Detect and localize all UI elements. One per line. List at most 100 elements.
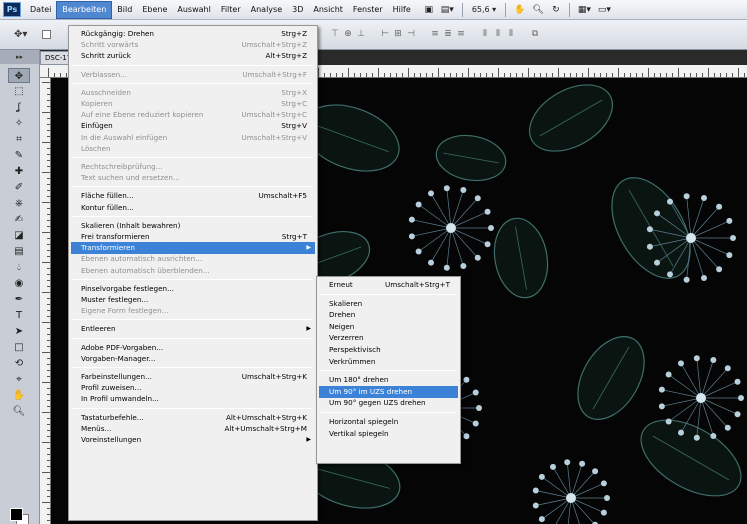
menu-item[interactable]: Text suchen und ersetzen... [71,172,315,184]
view-extras-icon[interactable]: ▤▾ [439,3,456,17]
brush-tool-icon[interactable]: ✐ [8,180,30,195]
menu-item[interactable]: Pinselvorgabe festlegen... [71,283,315,295]
menu-item[interactable]: Muster festlegen... [71,294,315,306]
menu-ebene[interactable]: Ebene [137,1,172,19]
align-top-icon[interactable]: ⊤ [330,29,340,39]
arrange-documents-icon[interactable]: ▦▾ [576,3,593,17]
distribute-right-icon[interactable]: ⦀ [506,29,516,39]
menu-item[interactable]: Schritt zurück Alt+Strg+Z [71,50,315,62]
menu-item[interactable]: Skalieren [319,298,458,310]
zoom-icon[interactable]: 🔍︎ [530,3,545,17]
menu-item[interactable]: Fläche füllen... Umschalt+F5 [71,190,315,202]
menu-item[interactable]: Transformieren ▶ [71,242,315,255]
menu-hilfe[interactable]: Hilfe [388,1,416,19]
pen-tool-icon[interactable]: ✒ [8,292,30,307]
tool-preset-picker-icon[interactable]: ✥▾ [14,27,38,43]
menu-filter[interactable]: Filter [216,1,246,19]
eraser-icon[interactable]: ◪ [8,228,30,243]
crop-tool-icon[interactable]: ⌗ [8,132,30,147]
menu-item[interactable]: Einfügen Strg+V [71,120,315,132]
distribute-hcenter-icon[interactable]: ⦀ [493,29,503,39]
healing-brush-icon[interactable]: ✚ [8,164,30,179]
rotate-view-icon[interactable]: ↻ [549,3,563,17]
eyedropper-icon[interactable]: ✎ [8,148,30,163]
menu-item[interactable]: Löschen [71,143,315,155]
menu-item[interactable]: Um 90° gegen UZS drehen [319,397,458,409]
menu-item[interactable]: Ebenen automatisch überblenden... [71,265,315,277]
dodge-tool-icon[interactable]: ◉ [8,276,30,291]
menu-datei[interactable]: Datei [25,1,56,19]
history-brush-icon[interactable]: ✍ [8,212,30,227]
menu-item[interactable]: Um 90° im UZS drehen [319,385,458,398]
menu-3d[interactable]: 3D [287,1,308,19]
auto-select-checkbox[interactable] [42,30,51,39]
auto-align-icon[interactable]: ⧉ [530,29,540,39]
move-tool-icon[interactable]: ✥ [8,68,30,83]
menu-item[interactable]: Um 180° drehen [319,374,458,386]
menu-item[interactable]: Schritt vorwärts Umschalt+Strg+Z [71,39,315,51]
3d-camera-icon[interactable]: ⌖ [8,372,30,387]
hand-icon[interactable]: ✋ [512,3,527,17]
quick-select-icon[interactable]: ✧ [8,116,30,131]
menu-item[interactable]: Kontur füllen... [71,202,315,214]
menu-auswahl[interactable]: Auswahl [172,1,215,19]
screen-mode-icon[interactable]: ▭▾ [596,3,613,17]
menu-item[interactable]: Frei transformieren Strg+T [71,231,315,243]
align-right-icon[interactable]: ⊣ [406,29,416,39]
menu-item[interactable]: Rechtschreibprüfung... [71,161,315,173]
blur-tool-icon[interactable]: 💧︎ [8,260,30,275]
hand-tool-icon[interactable]: ✋ [8,388,30,403]
align-vcenter-icon[interactable]: ⊕ [343,29,353,39]
menu-item[interactable]: In die Auswahl einfügen Umschalt+Strg+V [71,132,315,144]
shape-tool-icon[interactable]: □ [8,340,30,355]
menu-item[interactable]: Vertikal spiegeln [319,428,458,440]
menu-item[interactable]: Vorgaben-Manager... [71,353,315,365]
align-bottom-icon[interactable]: ⊥ [356,29,366,39]
menu-item[interactable]: Neigen [319,321,458,333]
gradient-icon[interactable]: ▤ [8,244,30,259]
menu-item[interactable]: Menüs... Alt+Umschalt+Strg+M [71,423,315,435]
menu-item[interactable]: Profil zuweisen... [71,382,315,394]
menu-item[interactable]: Verblassen... Umschalt+Strg+F [71,69,315,81]
menu-item[interactable]: Farbeinstellungen... Umschalt+Strg+K [71,371,315,383]
zoom-tool-icon[interactable]: 🔍︎ [8,404,30,419]
menu-item[interactable]: Skalieren (Inhalt bewahren) [71,220,315,232]
align-left-icon[interactable]: ⊢ [380,29,390,39]
foreground-color-swatch[interactable] [10,508,23,521]
menu-item[interactable]: Kopieren Strg+C [71,98,315,110]
distribute-bottom-icon[interactable]: ≡ [456,29,466,39]
menu-item[interactable]: Tastaturbefehle... Alt+Umschalt+Strg+K [71,412,315,424]
menu-item[interactable]: Entleeren ▶ [71,323,315,335]
menu-item[interactable]: Drehen [319,309,458,321]
clone-stamp-icon[interactable]: ⎈ [8,196,30,211]
3d-rotate-icon[interactable]: ⟲ [8,356,30,371]
menu-item[interactable]: Erneut Umschalt+Strg+T [319,279,458,291]
align-hcenter-icon[interactable]: ⊞ [393,29,403,39]
distribute-left-icon[interactable]: ⦀ [480,29,490,39]
menu-item[interactable]: Horizontal spiegeln [319,416,458,428]
type-tool-icon[interactable]: T [8,308,30,323]
lasso-tool-icon[interactable]: ʆ [8,100,30,115]
path-select-icon[interactable]: ➤ [8,324,30,339]
distribute-center-icon[interactable]: ≣ [443,29,453,39]
menu-ansicht[interactable]: Ansicht [308,1,348,19]
menu-item[interactable]: Auf eine Ebene reduziert kopieren Umschal… [71,109,315,121]
menu-analyse[interactable]: Analyse [246,1,288,19]
menu-fenster[interactable]: Fenster [348,1,388,19]
menu-item[interactable]: Verkrümmen [319,356,458,368]
menu-item[interactable]: Voreinstellungen ▶ [71,434,315,446]
menu-item[interactable]: In Profil umwandeln... [71,393,315,405]
menu-item[interactable]: Rückgängig: Drehen Strg+Z [71,28,315,40]
menu-bild[interactable]: Bild [112,1,137,19]
launch-bridge-icon[interactable]: ▣ [422,3,436,17]
tools-panel-header[interactable]: ▸▸ [0,50,39,64]
menu-item[interactable]: Verzerren [319,332,458,344]
menu-item[interactable]: Eigene Form festlegen... [71,305,315,317]
menu-item[interactable]: Ebenen automatisch ausrichten... [71,253,315,265]
menu-item[interactable]: Ausschneiden Strg+X [71,87,315,99]
menu-item[interactable]: Perspektivisch [319,344,458,356]
menu-bearbeiten[interactable]: Bearbeiten [56,0,113,19]
vertical-ruler[interactable] [40,78,51,524]
distribute-top-icon[interactable]: ≡ [430,29,440,39]
menu-item[interactable]: Adobe PDF-Vorgaben... [71,342,315,354]
